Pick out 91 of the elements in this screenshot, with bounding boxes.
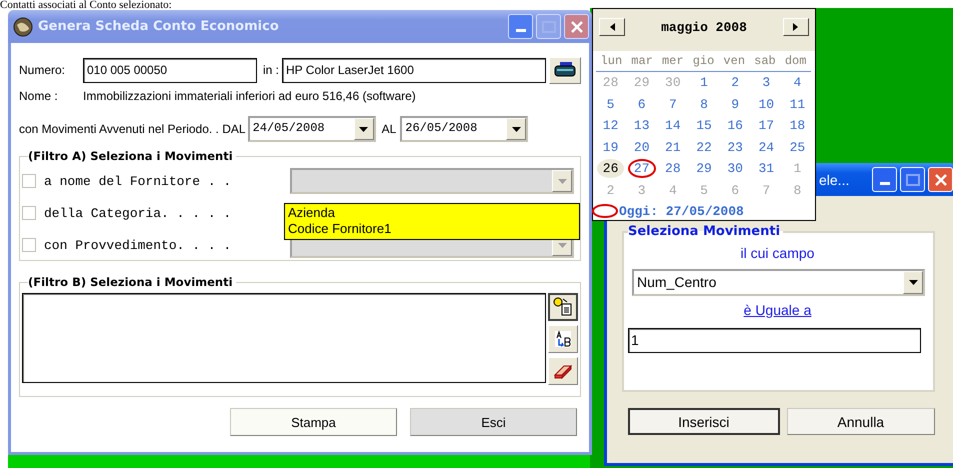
printer-button[interactable] [549,56,581,84]
weekday-label: dom [784,54,808,68]
month-title: maggio 2008 [661,20,747,34]
calendar-day[interactable]: 21 [659,138,687,157]
group-title: Seleziona Movimenti [628,224,782,239]
account-name: Immobilizzazioni immateriali inferiori ad euro 516,46 (software) [83,89,416,103]
list-option[interactable]: Codice Fornitore1 [288,221,576,237]
calendar-day[interactable]: 18 [784,116,812,136]
value-field[interactable]: 1 [628,328,921,353]
printer-icon [554,61,576,79]
clear-button[interactable] [548,357,578,385]
calendar-day[interactable]: 20 [628,138,656,157]
caption-text: Contatti associati al Conto selezionato: [0,0,172,10]
close-button[interactable] [564,14,589,39]
dialog-button[interactable]: Annulla [786,408,935,435]
list-option[interactable]: Azienda [288,205,576,221]
circle-mark-icon [591,203,619,219]
checkbox-label: con Provvedimento. . . . [44,238,232,252]
close-icon [934,172,948,186]
field-label: Numero: [19,63,66,77]
minimize-button[interactable] [508,14,533,39]
window-title: Genera Scheda Conto Economico [38,19,279,34]
operator-link[interactable]: è Uguale a [744,302,812,318]
field-label: il cui campo [740,245,816,263]
printer-field[interactable]: HP Color LaserJet 1600 [282,58,546,82]
number-field[interactable]: 010 005 00050 [83,58,257,82]
dialog-button[interactable]: Esci [410,408,577,436]
globe-icon [13,16,33,36]
calendar-day[interactable]: 4 [788,73,808,92]
calendar-day[interactable]: 7 [662,94,683,114]
close-icon [570,20,584,34]
today-link[interactable]: Oggi: 27/05/2008 [619,204,744,218]
calendar-day[interactable]: 1 [694,73,714,92]
checkbox[interactable] [22,206,36,220]
calendar-day[interactable]: 22 [690,138,718,157]
calendar-day[interactable]: 16 [721,116,749,136]
window-title: ele... [819,172,850,188]
weekday-label: sab [753,54,777,68]
calendar-day[interactable]: 25 [784,138,812,157]
field-dropdown[interactable]: Num_Centro [632,269,925,296]
calendar-day[interactable]: 17 [752,116,780,136]
calendar-day[interactable]: 11 [784,94,812,114]
minimize-icon [516,29,526,33]
dialog-button[interactable]: Stampa [230,408,397,436]
weekday-label: gio [692,54,716,68]
calendar-day[interactable]: 3 [756,73,776,92]
calendar-day[interactable]: 29 [690,159,718,178]
document-icon [553,297,573,317]
date-dropdown[interactable]: 26/05/2008 [400,116,528,142]
calendar-day[interactable]: 10 [752,94,780,114]
minimize-icon [880,182,890,186]
weekday-label: mar [630,54,654,68]
calendar-day[interactable]: 12 [596,116,624,136]
calendar-day[interactable]: 14 [659,116,687,136]
calendar-day[interactable]: 9 [725,94,746,114]
calendar-day[interactable]: 31 [752,159,780,178]
dialog-button[interactable]: Inserisci [628,408,780,435]
calendar-day[interactable]: 15 [690,116,718,136]
calendar-day[interactable]: 13 [628,116,656,136]
period-label: con Movimenti Avvenuti nel Periodo. . DAL [19,122,246,136]
weekday-label: ven [722,54,746,68]
calendar-day[interactable]: 28 [659,159,687,178]
right-arrow-icon [793,23,798,31]
field-label: Nome : [19,89,59,103]
calendar-day[interactable]: 2 [725,73,746,92]
calendar-day[interactable]: 24 [752,138,780,157]
group-title: (Filtro B) Seleziona i Movimenti [28,275,234,289]
checkbox-label: a nome del Fornitore . . [44,174,232,188]
calendar-day[interactable]: 23 [721,138,749,157]
calendar-day[interactable]: 5 [600,94,620,114]
calendar-day[interactable]: 26 [596,159,624,178]
group-title: (Filtro A) Seleziona i Movimenti [28,149,234,163]
previous-month-button[interactable] [599,18,625,36]
checkbox-label: della Categoria. . . . . [44,206,232,220]
text-area[interactable] [22,293,546,383]
sort-button[interactable] [548,325,578,353]
calendar-day[interactable]: 27 [628,159,656,178]
calendar-day[interactable]: 6 [632,94,652,114]
field-label: in : [263,63,280,77]
weekday-label: lun [600,54,624,68]
next-month-button[interactable] [782,18,809,36]
calendar-day[interactable]: 30 [721,159,749,178]
calendar-day[interactable]: 8 [694,94,714,114]
weekday-label: mer [660,54,685,68]
sort-icon [553,329,573,349]
left-arrow-icon [610,23,614,31]
maximize-icon [906,174,920,186]
calendar-day[interactable]: 19 [596,138,624,157]
date-dropdown[interactable]: 24/05/2008 [248,116,376,142]
field-label: AL [382,122,396,136]
add-button[interactable] [548,293,578,321]
